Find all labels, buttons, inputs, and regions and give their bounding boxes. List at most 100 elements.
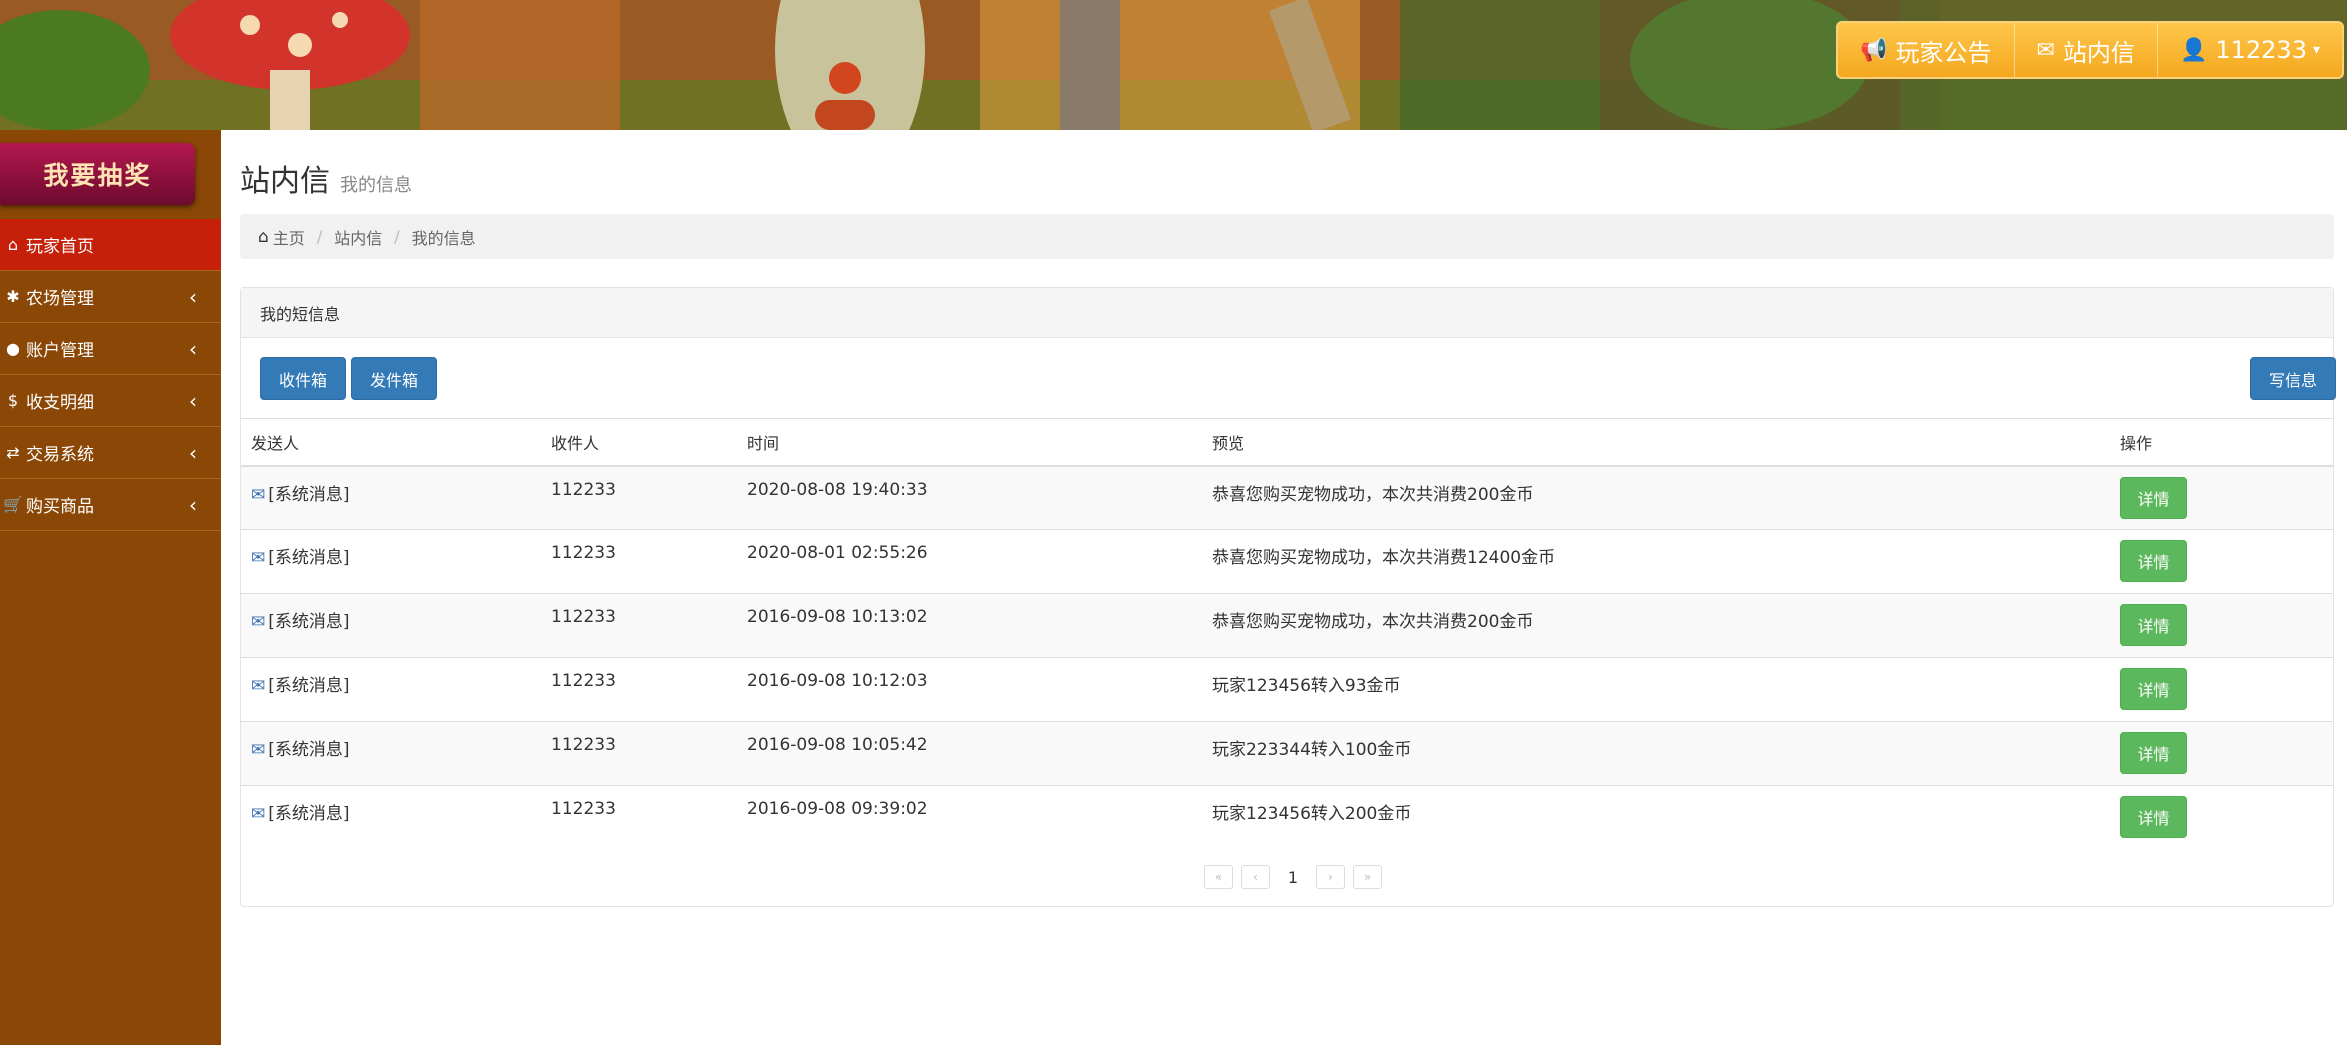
current-page: 1 — [1287, 867, 1299, 887]
chevron-left-icon: ‹ — [189, 440, 197, 465]
sidebar-menu: ⌂ 玩家首页 ✱ 农场管理 ‹ ● 账户管理 ‹ $ 收支明细 ‹ ⇄ 交易系统… — [0, 219, 221, 531]
breadcrumb: ⌂ 主页 / 站内信 / 我的信息 — [240, 214, 2334, 259]
last-page-button[interactable]: » — [1353, 865, 1382, 889]
actions-cell: 详情 — [2120, 593, 2333, 658]
breadcrumb-current: 我的信息 — [411, 228, 476, 248]
sender-cell: ✉ [系统消息] — [241, 657, 551, 722]
top-nav: 📢 玩家公告 ✉ 站内信 👤 112233 ▾ — [1836, 21, 2344, 79]
username-label: 112233 — [2215, 36, 2307, 64]
pagination: « ‹ 1 › » — [1204, 865, 1390, 889]
user-icon: ● — [6, 339, 20, 358]
detail-button[interactable]: 详情 — [2120, 540, 2187, 582]
chevron-left-icon: ‹ — [189, 336, 197, 361]
inbox-link[interactable]: ✉ 站内信 — [2015, 23, 2158, 77]
column-header-recipient: 收件人 — [551, 418, 747, 467]
lottery-button[interactable]: 我要抽奖 — [0, 143, 195, 205]
compose-button[interactable]: 写信息 — [2250, 357, 2336, 400]
breadcrumb-inbox[interactable]: 站内信 — [334, 225, 382, 249]
page-header: 站内信 我的信息 — [240, 156, 412, 200]
sender-text: [系统消息] — [268, 612, 350, 632]
time-cell: 2016-09-08 10:12:03 — [747, 657, 1212, 722]
panel-heading: 我的短信息 — [241, 288, 2333, 338]
table-row: ✉ [系统消息] 112233 2016-09-08 10:12:03 玩家123… — [241, 657, 2333, 722]
actions-cell: 详情 — [2120, 721, 2333, 786]
time-cell: 2020-08-08 19:40:33 — [747, 465, 1212, 530]
envelope-icon: ✉ — [251, 740, 266, 760]
column-header-actions: 操作 — [2120, 418, 2333, 467]
announcement-link[interactable]: 📢 玩家公告 — [1838, 23, 2015, 77]
time-cell: 2020-08-01 02:55:26 — [747, 529, 1212, 594]
messages-panel: 我的短信息 收件箱 发件箱 写信息 发送人 收件人 时间 预览 操作 ✉ [系统消… — [240, 287, 2336, 907]
home-icon: ⌂ — [258, 226, 269, 247]
detail-button[interactable]: 详情 — [2120, 668, 2187, 710]
preview-cell: 玩家123456转入200金币 — [1212, 785, 2120, 850]
detail-button[interactable]: 详情 — [2120, 796, 2187, 838]
recipient-cell: 112233 — [551, 721, 747, 786]
prev-page-button[interactable]: ‹ — [1241, 865, 1270, 889]
page-title: 站内信 — [240, 164, 330, 199]
recipient-cell: 112233 — [551, 657, 747, 722]
detail-button[interactable]: 详情 — [2120, 604, 2187, 646]
time-cell: 2016-09-08 10:13:02 — [747, 593, 1212, 658]
inbox-button[interactable]: 收件箱 — [260, 357, 346, 400]
cart-icon: 🛒 — [3, 495, 23, 514]
sender-text: [系统消息] — [268, 804, 350, 824]
sender-text: [系统消息] — [268, 484, 350, 505]
table-row: ✉ [系统消息] 112233 2016-09-08 10:05:42 玩家223… — [241, 721, 2333, 786]
breadcrumb-separator: / — [394, 227, 400, 246]
sender-text: [系统消息] — [268, 548, 350, 568]
detail-button[interactable]: 详情 — [2120, 476, 2187, 519]
table-row: ✉ [系统消息] 112233 2016-09-08 09:39:02 玩家123… — [241, 785, 2333, 850]
first-page-button[interactable]: « — [1204, 865, 1233, 889]
sidebar-item-label: 玩家首页 — [26, 237, 94, 257]
time-cell: 2016-09-08 09:39:02 — [747, 785, 1212, 850]
envelope-icon: ✉ — [251, 484, 266, 505]
sidebar-item-trade[interactable]: ⇄ 交易系统 ‹ — [0, 427, 221, 479]
table-row: ✉ [系统消息] 112233 2020-08-01 02:55:26 恭喜您购买… — [241, 529, 2333, 594]
actions-cell: 详情 — [2120, 785, 2333, 850]
sidebar-item-finance[interactable]: $ 收支明细 ‹ — [0, 375, 221, 427]
time-cell: 2016-09-08 10:05:42 — [747, 721, 1212, 786]
recipient-cell: 112233 — [551, 785, 747, 850]
chevron-left-icon: ‹ — [189, 492, 197, 517]
sidebar: 我要抽奖 ⌂ 玩家首页 ✱ 农场管理 ‹ ● 账户管理 ‹ $ 收支明细 ‹ ⇄… — [0, 130, 221, 1045]
sidebar-item-shop[interactable]: 🛒 购买商品 ‹ — [0, 479, 221, 531]
column-header-sender: 发送人 — [241, 418, 551, 467]
envelope-icon: ✉ — [251, 804, 266, 824]
header-banner: 📢 玩家公告 ✉ 站内信 👤 112233 ▾ — [0, 0, 2347, 130]
detail-button[interactable]: 详情 — [2120, 732, 2187, 774]
sender-cell: ✉ [系统消息] — [241, 785, 551, 850]
actions-cell: 详情 — [2120, 529, 2333, 594]
preview-cell: 恭喜您购买宠物成功，本次共消费200金币 — [1212, 465, 2120, 530]
page-subtitle: 我的信息 — [340, 175, 412, 196]
preview-cell: 恭喜您购买宠物成功，本次共消费12400金币 — [1212, 529, 2120, 594]
megaphone-icon: 📢 — [1860, 37, 1888, 63]
next-page-button[interactable]: › — [1316, 865, 1345, 889]
chevron-left-icon: ‹ — [189, 284, 197, 309]
sender-text: [系统消息] — [268, 676, 350, 696]
breadcrumb-separator: / — [316, 227, 323, 246]
preview-cell: 恭喜您购买宠物成功，本次共消费200金币 — [1212, 593, 2120, 658]
recipient-cell: 112233 — [551, 529, 747, 594]
sender-cell: ✉ [系统消息] — [241, 593, 551, 658]
dollar-icon: $ — [7, 391, 19, 410]
outbox-button[interactable]: 发件箱 — [351, 357, 437, 400]
breadcrumb-home[interactable]: 主页 — [273, 225, 305, 249]
chevron-left-icon: ‹ — [189, 388, 197, 413]
actions-cell: 详情 — [2120, 465, 2333, 530]
farm-icon: ✱ — [6, 287, 20, 306]
sidebar-item-label: 购买商品 — [26, 497, 94, 517]
sidebar-item-farm[interactable]: ✱ 农场管理 ‹ — [0, 271, 221, 323]
sidebar-item-label: 交易系统 — [26, 445, 94, 465]
sidebar-item-label: 农场管理 — [26, 289, 94, 309]
sidebar-item-home[interactable]: ⌂ 玩家首页 — [0, 219, 221, 271]
exchange-icon: ⇄ — [6, 443, 20, 462]
actions-cell: 详情 — [2120, 657, 2333, 722]
preview-cell: 玩家123456转入93金币 — [1212, 657, 2120, 722]
preview-cell: 玩家223344转入100金币 — [1212, 721, 2120, 786]
user-menu[interactable]: 👤 112233 ▾ — [2158, 23, 2342, 77]
envelope-icon: ✉ — [251, 612, 266, 632]
recipient-cell: 112233 — [551, 593, 747, 658]
recipient-cell: 112233 — [551, 465, 747, 530]
sidebar-item-account[interactable]: ● 账户管理 ‹ — [0, 323, 221, 375]
